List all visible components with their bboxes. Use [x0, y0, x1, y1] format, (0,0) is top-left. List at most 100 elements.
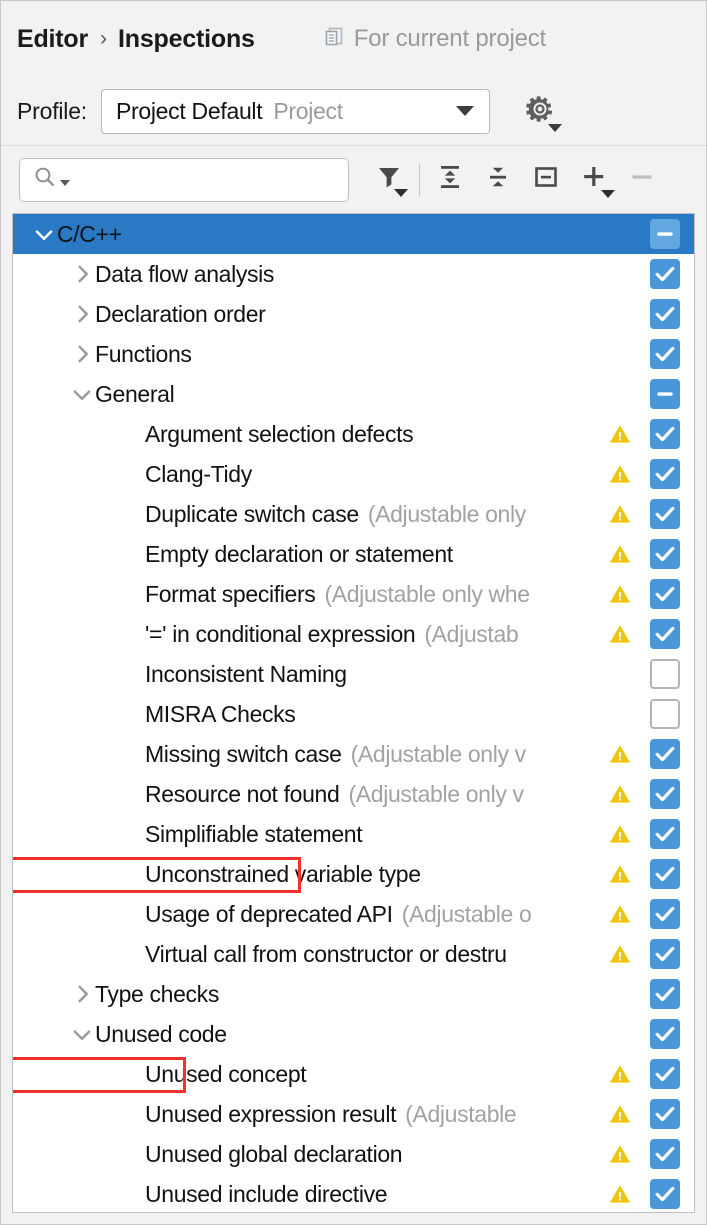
- tree-row-checkbox[interactable]: [650, 659, 680, 689]
- tree-row[interactable]: Virtual call from constructor or destru: [13, 934, 694, 974]
- tree-row[interactable]: Clang-Tidy: [13, 454, 694, 494]
- tree-row-checkbox[interactable]: [650, 379, 680, 409]
- tree-row-checkbox[interactable]: [650, 299, 680, 329]
- search-input[interactable]: [19, 157, 368, 202]
- warning-icon[interactable]: [608, 822, 632, 846]
- tree-row-checkbox[interactable]: [650, 1099, 680, 1129]
- tree-row[interactable]: Usage of deprecated API (Adjustable o: [13, 894, 694, 934]
- tree-row-label: Unused global declaration: [145, 1140, 403, 1167]
- tree-row[interactable]: Unused include directive: [13, 1174, 694, 1212]
- scope-indicator: For current project: [324, 25, 546, 53]
- tree-row[interactable]: MISRA Checks: [13, 694, 694, 734]
- tree-row-checkbox[interactable]: [650, 619, 680, 649]
- warning-icon[interactable]: [608, 742, 632, 766]
- chevron-right-icon[interactable]: [69, 261, 95, 287]
- breadcrumb-editor[interactable]: Editor: [17, 25, 88, 54]
- tree-row-label: Inconsistent Naming: [145, 660, 347, 687]
- tree-row[interactable]: Unconstrained variable type: [13, 854, 694, 894]
- warning-icon[interactable]: [608, 1142, 632, 1166]
- warning-icon[interactable]: [608, 542, 632, 566]
- tree-row-label: Format specifiers: [145, 580, 316, 607]
- warning-icon[interactable]: [608, 862, 632, 886]
- tree-row-checkbox[interactable]: [650, 1059, 680, 1089]
- search-dropdown-arrow-icon[interactable]: [60, 179, 70, 186]
- tree-row-label: Virtual call from constructor or destru: [145, 940, 507, 967]
- warning-icon[interactable]: [608, 622, 632, 646]
- tree-row-checkbox[interactable]: [650, 579, 680, 609]
- chevron-down-icon[interactable]: [31, 221, 57, 247]
- chevron-right-icon[interactable]: [69, 341, 95, 367]
- tree-row-checkbox[interactable]: [650, 459, 680, 489]
- tree-row-checkbox[interactable]: [650, 1019, 680, 1049]
- tree-row[interactable]: General: [13, 374, 694, 414]
- warning-icon[interactable]: [608, 1102, 632, 1126]
- tree-row-label: Unused concept: [145, 1060, 307, 1087]
- tree-row[interactable]: Missing switch case (Adjustable only v: [13, 734, 694, 774]
- warning-icon[interactable]: [608, 942, 632, 966]
- tree-row-checkbox[interactable]: [650, 699, 680, 729]
- toolbar-buttons: [365, 157, 666, 203]
- warning-icon[interactable]: [608, 902, 632, 926]
- add-dropdown-arrow-icon: [601, 189, 615, 198]
- tree-row-checkbox[interactable]: [650, 539, 680, 569]
- tree-row[interactable]: Duplicate switch case (Adjustable only: [13, 494, 694, 534]
- warning-icon[interactable]: [608, 462, 632, 486]
- profile-select[interactable]: Project Default Project: [100, 88, 490, 134]
- tree-row[interactable]: Functions: [13, 334, 694, 374]
- tree-row[interactable]: '=' in conditional expression (Adjustab: [13, 614, 694, 654]
- profile-settings-button[interactable]: [520, 91, 562, 132]
- inspections-tree[interactable]: C/C++ Data flow analysis Declaration order…: [12, 213, 695, 1213]
- tree-row-checkbox[interactable]: [650, 819, 680, 849]
- chevron-down-icon: [455, 106, 474, 116]
- square-minus-icon: [532, 163, 560, 196]
- tree-row[interactable]: Data flow analysis: [13, 254, 694, 294]
- chevron-right-icon[interactable]: [69, 981, 95, 1007]
- tree-row-checkbox[interactable]: [650, 899, 680, 929]
- tree-row-checkbox[interactable]: [650, 939, 680, 969]
- add-button[interactable]: [570, 157, 618, 203]
- tree-row-checkbox[interactable]: [650, 499, 680, 529]
- chevron-right-icon[interactable]: [69, 301, 95, 327]
- tree-row-checkbox[interactable]: [650, 859, 680, 889]
- tree-row-checkbox[interactable]: [650, 219, 680, 249]
- collapse-node-button[interactable]: [522, 157, 570, 203]
- remove-button[interactable]: [618, 157, 666, 203]
- tree-row[interactable]: Unused code: [13, 1014, 694, 1054]
- tree-row-suffix: (Adjustable only whe: [324, 580, 530, 607]
- warning-icon[interactable]: [608, 422, 632, 446]
- warning-icon[interactable]: [608, 1182, 632, 1206]
- tree-row-checkbox[interactable]: [650, 1179, 680, 1209]
- collapse-all-button[interactable]: [474, 157, 522, 203]
- warning-icon[interactable]: [608, 582, 632, 606]
- tree-row[interactable]: Empty declaration or statement: [13, 534, 694, 574]
- tree-row[interactable]: Unused global declaration: [13, 1134, 694, 1174]
- tree-row[interactable]: Unused expression result (Adjustable: [13, 1094, 694, 1134]
- warning-icon[interactable]: [608, 502, 632, 526]
- tree-row[interactable]: Resource not found (Adjustable only v: [13, 774, 694, 814]
- tree-row-label: Argument selection defects: [145, 420, 414, 447]
- tree-row[interactable]: Simplifiable statement: [13, 814, 694, 854]
- tree-row[interactable]: Unused concept: [13, 1054, 694, 1094]
- tree-row[interactable]: Type checks: [13, 974, 694, 1014]
- tree-row-checkbox[interactable]: [650, 739, 680, 769]
- tree-row-checkbox[interactable]: [650, 779, 680, 809]
- tree-row[interactable]: Argument selection defects: [13, 414, 694, 454]
- tree-row-checkbox[interactable]: [650, 419, 680, 449]
- tree-row-label: Unconstrained variable type: [145, 860, 421, 887]
- expand-all-button[interactable]: [426, 157, 474, 203]
- toolbar-separator: [419, 163, 420, 196]
- filter-button[interactable]: [365, 157, 413, 203]
- tree-row-checkbox[interactable]: [650, 979, 680, 1009]
- chevron-down-icon[interactable]: [69, 381, 95, 407]
- warning-icon[interactable]: [608, 782, 632, 806]
- tree-row-checkbox[interactable]: [650, 1139, 680, 1169]
- tree-row[interactable]: Format specifiers (Adjustable only whe: [13, 574, 694, 614]
- tree-row[interactable]: C/C++: [13, 214, 694, 254]
- tree-row[interactable]: Declaration order: [13, 294, 694, 334]
- warning-icon[interactable]: [608, 1062, 632, 1086]
- search-field[interactable]: [70, 165, 368, 194]
- tree-row[interactable]: Inconsistent Naming: [13, 654, 694, 694]
- chevron-down-icon[interactable]: [69, 1021, 95, 1047]
- tree-row-checkbox[interactable]: [650, 339, 680, 369]
- tree-row-checkbox[interactable]: [650, 259, 680, 289]
